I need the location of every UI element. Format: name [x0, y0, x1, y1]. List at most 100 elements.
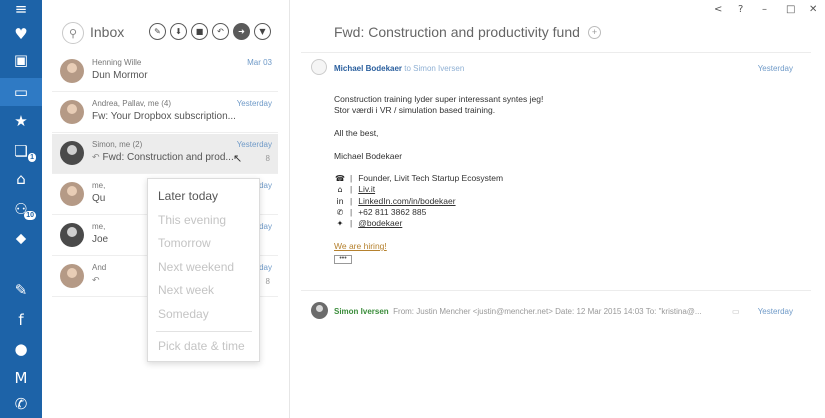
tag-icon[interactable]: ⬥ — [0, 224, 42, 252]
inbox-icon[interactable]: ▭ — [0, 78, 42, 106]
avatar — [311, 302, 328, 319]
separator: | — [350, 184, 353, 194]
avatar — [60, 223, 84, 247]
avatar — [60, 182, 84, 206]
body-line: All the best, — [334, 128, 379, 138]
hiring-link[interactable]: We are hiring! — [334, 241, 387, 251]
files-glyph: ❏ — [14, 141, 28, 160]
files-badge: 1 — [28, 153, 36, 162]
more-icon[interactable]: ▼ — [254, 23, 271, 40]
people-icon[interactable]: ⚇ 10 — [0, 195, 42, 223]
phone-icon: ✆ — [336, 207, 344, 217]
menu-icon[interactable]: ≡ — [0, 0, 42, 18]
message-from: Simon, me (2) — [92, 140, 143, 149]
thread-sender: Simon Iversen — [334, 307, 389, 316]
whatsapp-glyph: ✆ — [14, 394, 28, 413]
separator: | — [350, 196, 353, 206]
avatar — [311, 59, 327, 75]
evernote-icon[interactable]: ✎ — [0, 276, 42, 304]
thread-item[interactable]: Simon Iversen From: Justin Mencher <just… — [334, 307, 721, 316]
home-icon: ⌂ — [337, 184, 343, 194]
tray-icon[interactable]: ⌂ — [0, 165, 42, 193]
sender-line: Michael Bodekaer to Simon Iversen — [334, 64, 464, 73]
snooze-option-next-week[interactable]: Next week — [158, 283, 214, 297]
add-icon[interactable]: + — [588, 26, 601, 39]
heart-icon[interactable]: ♥ — [0, 20, 42, 48]
star-icon[interactable]: ★ — [0, 107, 42, 135]
snooze-option-this-evening[interactable]: This evening — [158, 213, 226, 227]
trash-icon[interactable]: ■ — [191, 23, 208, 40]
evernote-glyph: ✎ — [14, 280, 28, 299]
menu-glyph: ≡ — [14, 0, 28, 18]
avatar — [60, 59, 84, 83]
facebook-glyph: f — [18, 310, 24, 329]
header-divider — [301, 52, 811, 53]
star-glyph: ★ — [14, 111, 28, 130]
snooze-option-next-weekend[interactable]: Next weekend — [158, 260, 234, 274]
snooze-option-someday[interactable]: Someday — [158, 307, 209, 321]
list-header: ⚲ Inbox ✎ ⬇ ■ ↶ ➜ ▼ — [42, 0, 290, 48]
heart-glyph: ♥ — [14, 24, 28, 43]
message-count: 8 — [265, 154, 270, 163]
reply-icon[interactable]: ▭ — [732, 307, 740, 316]
undo-icon[interactable]: ↶ — [212, 23, 229, 40]
signature-row: ✦ | @bodekaer — [334, 218, 403, 228]
list-item[interactable]: Simon, me (2) Yesterday ↶ Fwd: Constructi… — [52, 134, 278, 174]
minimize-icon[interactable]: – — [762, 4, 767, 15]
signature-row: ☎ | Founder, Livit Tech Startup Ecosystem — [334, 173, 503, 183]
list-item[interactable]: Andrea, Pallav, me (4) Yesterday Fw: You… — [52, 93, 278, 133]
gmail-icon[interactable]: M — [0, 364, 42, 392]
phone-number: +62 811 3862 885 — [358, 207, 427, 217]
whatsapp-icon[interactable]: ✆ — [0, 390, 42, 418]
search-icon[interactable]: ⚲ — [62, 22, 84, 44]
help-icon[interactable]: ? — [738, 4, 743, 15]
toolbar: ✎ ⬇ ■ ↶ ➜ ▼ — [149, 23, 271, 40]
forward-icon[interactable]: ➜ — [233, 23, 250, 40]
back-icon[interactable]: < — [714, 4, 722, 15]
message-subject-text: Fwd: Construction and prod... — [102, 152, 234, 163]
thread-divider — [301, 290, 811, 291]
message-subject: Fw: Your Dropbox subscription... — [92, 111, 236, 122]
inbox-title: Inbox — [90, 24, 125, 40]
message-subject: Dun Mormor — [92, 70, 148, 81]
linkedin-link[interactable]: LinkedIn.com/in/bodekaer — [358, 196, 455, 206]
message-from: Andrea, Pallav, me (4) — [92, 99, 171, 108]
thread-date: Yesterday — [757, 307, 793, 316]
snooze-option-pick-date[interactable]: Pick date & time — [158, 339, 245, 353]
snooze-option-later-today[interactable]: Later today — [158, 189, 218, 203]
twitter-link[interactable]: @bodekaer — [358, 218, 402, 228]
signature-row: in | LinkedIn.com/in/bodekaer — [334, 196, 455, 206]
message-title: Fwd: Construction and productivity fund — [334, 24, 580, 40]
message-from: me, — [92, 222, 106, 231]
circle-icon[interactable]: ● — [0, 335, 42, 363]
circle-glyph: ● — [14, 339, 28, 358]
sender-name[interactable]: Michael Bodekaer — [334, 64, 402, 73]
close-icon[interactable]: ✕ — [809, 4, 817, 15]
compose-icon[interactable]: ✎ — [149, 23, 166, 40]
download-icon[interactable]: ⬇ — [170, 23, 187, 40]
separator: | — [350, 173, 353, 183]
files-icon[interactable]: ❏ 1 — [0, 137, 42, 165]
facebook-icon[interactable]: f — [0, 306, 42, 334]
message-count: 8 — [265, 277, 270, 286]
briefcase-icon[interactable]: ▣ — [0, 46, 42, 74]
reply-icon: ↶ — [92, 152, 100, 162]
website-link[interactable]: Liv.it — [358, 184, 375, 194]
gmail-glyph: M — [14, 368, 28, 387]
avatar — [60, 100, 84, 124]
list-item[interactable]: Henning Wille Mar 03 Dun Mormor — [52, 52, 278, 92]
tag-glyph: ⬥ — [15, 228, 27, 247]
signature-text: Founder, Livit Tech Startup Ecosystem — [358, 173, 504, 183]
show-quoted-button[interactable]: ••• — [334, 255, 352, 264]
mouse-cursor-icon: ↖ — [233, 153, 243, 165]
message-detail-pane: < ? – □ ✕ Fwd: Construction and producti… — [291, 0, 825, 418]
message-from: Henning Wille — [92, 58, 142, 67]
tray-glyph: ⌂ — [16, 169, 26, 188]
inbox-glyph: ▭ — [13, 82, 29, 101]
reply-icon: ↶ — [92, 275, 100, 285]
signature-row: ✆ | +62 811 3862 885 — [334, 207, 427, 217]
message-date: Yesterday — [236, 99, 272, 108]
snooze-option-tomorrow[interactable]: Tomorrow — [158, 236, 211, 250]
snooze-menu: Later today This evening Tomorrow Next w… — [147, 178, 260, 362]
maximize-icon[interactable]: □ — [786, 4, 795, 15]
